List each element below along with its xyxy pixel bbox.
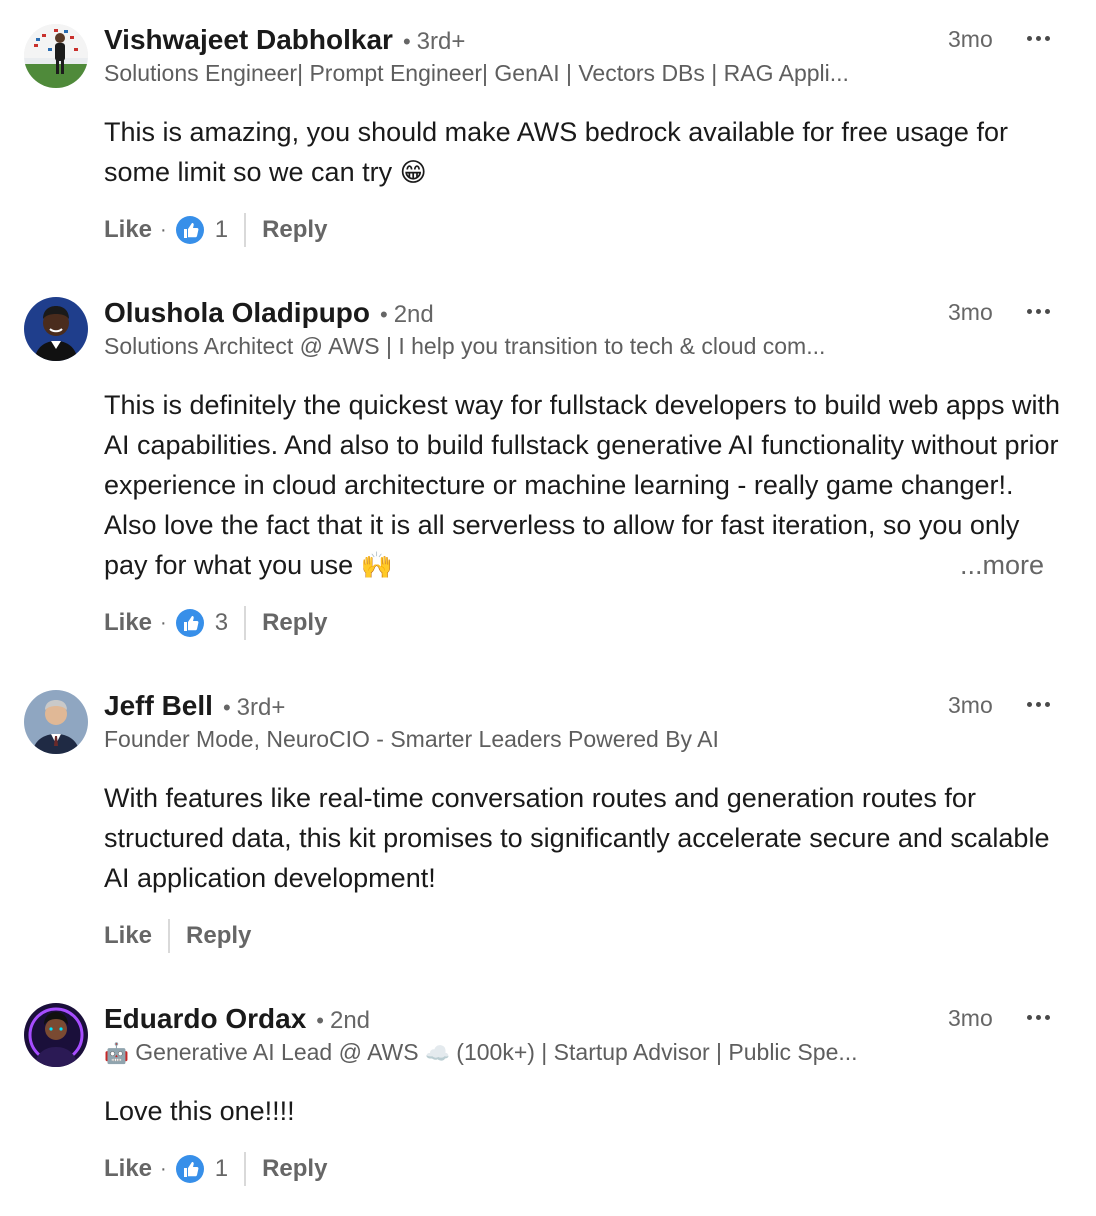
- author-name[interactable]: Eduardo Ordax: [104, 1003, 306, 1035]
- author-row: Eduardo Ordax • 2nd: [104, 1003, 370, 1039]
- author-row: Olushola Oladipupo • 2nd: [104, 297, 434, 333]
- comment-actions: Like · 3 Reply: [104, 605, 327, 641]
- comment-actions: Like · 1 Reply: [104, 212, 327, 248]
- connection-degree: 3rd+: [236, 694, 286, 721]
- separator: •: [402, 29, 411, 54]
- divider: [244, 606, 247, 640]
- author-name[interactable]: Vishwajeet Dabholkar: [104, 24, 393, 56]
- author-headline[interactable]: Solutions Engineer| Prompt Engineer| Gen…: [104, 60, 924, 87]
- more-options-icon[interactable]: [1018, 291, 1058, 331]
- connection-degree: 3rd+: [416, 28, 466, 55]
- separator: •: [380, 302, 388, 327]
- robot-emoji: 🤖: [104, 1043, 129, 1065]
- avatar[interactable]: [24, 690, 88, 754]
- separator: •: [316, 1008, 324, 1033]
- author-row: Vishwajeet Dabholkar • 3rd+: [104, 24, 465, 60]
- comment-text: With features like real-time conversatio…: [104, 783, 1050, 893]
- reply-button[interactable]: Reply: [262, 216, 327, 244]
- connection-degree: 2nd: [393, 301, 434, 328]
- comment-text-content: This is definitely the quickest way for …: [104, 390, 1060, 580]
- comment-actions: Like · 1 Reply: [104, 1151, 327, 1187]
- comment-time: 3mo: [948, 692, 993, 718]
- comment-time: 3mo: [948, 26, 993, 52]
- reply-button[interactable]: Reply: [262, 609, 327, 637]
- author-name[interactable]: Olushola Oladipupo: [104, 297, 370, 329]
- author-name[interactable]: Jeff Bell: [104, 690, 213, 722]
- headline-text: Generative AI Lead @ AWS: [135, 1039, 419, 1065]
- more-options-icon[interactable]: [1018, 997, 1058, 1037]
- reaction-count[interactable]: 1: [215, 1155, 228, 1183]
- divider: [244, 213, 247, 247]
- more-options-icon[interactable]: [1018, 684, 1058, 724]
- avatar[interactable]: [24, 1003, 88, 1067]
- author-headline[interactable]: 🤖 Generative AI Lead @ AWS ☁️ (100k+) | …: [104, 1039, 924, 1066]
- like-button[interactable]: Like: [104, 216, 152, 244]
- separator: ·: [160, 218, 167, 241]
- author-headline[interactable]: Founder Mode, NeuroCIO - Smarter Leaders…: [104, 726, 924, 753]
- reply-button[interactable]: Reply: [262, 1155, 327, 1183]
- like-button[interactable]: Like: [104, 922, 152, 950]
- like-reaction-icon[interactable]: [175, 1154, 205, 1184]
- separator: ·: [160, 1157, 167, 1180]
- comment-text: This is definitely the quickest way for …: [104, 385, 1070, 585]
- reaction-count[interactable]: 3: [215, 609, 228, 637]
- like-button[interactable]: Like: [104, 1155, 152, 1183]
- comment-text-content: This is amazing, you should make AWS bed…: [104, 117, 1008, 187]
- comment-text: This is amazing, you should make AWS bed…: [104, 112, 1070, 192]
- like-button[interactable]: Like: [104, 609, 152, 637]
- comment-time: 3mo: [948, 299, 993, 325]
- see-more-link[interactable]: ...more: [951, 545, 1044, 585]
- comment-text: Love this one!!!!: [104, 1096, 295, 1126]
- comment-time: 3mo: [948, 1005, 993, 1031]
- like-reaction-icon[interactable]: [175, 215, 205, 245]
- emoji: 😁: [399, 157, 427, 187]
- author-row: Jeff Bell • 3rd+: [104, 690, 285, 726]
- separator: ·: [160, 611, 167, 634]
- headline-text: (100k+) | Startup Advisor | Public Spe..…: [456, 1039, 858, 1065]
- cloud-emoji: ☁️: [425, 1043, 450, 1065]
- divider: [168, 919, 171, 953]
- connection-degree: 2nd: [329, 1007, 371, 1034]
- comment-actions: Like Reply: [104, 918, 251, 954]
- separator: •: [222, 695, 231, 720]
- reply-button[interactable]: Reply: [186, 922, 251, 950]
- like-reaction-icon[interactable]: [175, 608, 205, 638]
- reaction-count[interactable]: 1: [215, 216, 228, 244]
- author-headline[interactable]: Solutions Architect @ AWS | I help you t…: [104, 333, 924, 360]
- avatar[interactable]: [24, 297, 88, 361]
- divider: [244, 1152, 247, 1186]
- more-options-icon[interactable]: [1018, 18, 1058, 58]
- emoji: 🙌: [360, 550, 394, 580]
- avatar[interactable]: [24, 24, 88, 88]
